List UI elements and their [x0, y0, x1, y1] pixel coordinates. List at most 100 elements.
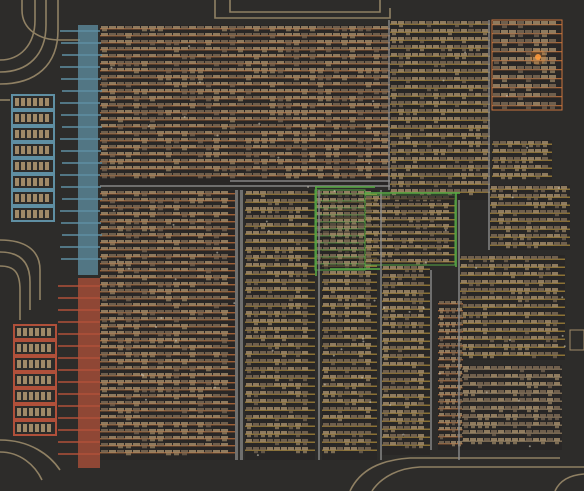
machine — [101, 26, 108, 29]
machine — [358, 240, 364, 243]
machine — [440, 101, 446, 105]
machine — [475, 264, 481, 268]
machine — [165, 254, 172, 257]
machine — [408, 259, 414, 262]
machine — [447, 173, 453, 177]
machine — [526, 406, 532, 410]
machine — [419, 181, 425, 185]
chest — [15, 178, 19, 186]
power-pole-icon — [265, 220, 268, 223]
inserter — [483, 315, 487, 319]
machine — [101, 152, 108, 155]
machine — [463, 422, 469, 426]
machine — [197, 352, 204, 355]
machine — [221, 338, 228, 341]
chest — [15, 130, 19, 138]
machine — [330, 407, 336, 411]
machine — [323, 279, 329, 283]
inserter — [388, 255, 392, 258]
machine — [445, 427, 450, 430]
machine — [433, 61, 439, 65]
machine — [475, 45, 481, 49]
chest — [47, 360, 51, 368]
power-pole-icon — [528, 445, 531, 448]
machine — [381, 117, 388, 120]
factory-map-viewport[interactable] — [0, 0, 584, 491]
machine — [365, 54, 372, 57]
machine — [419, 101, 425, 105]
inserter — [548, 393, 552, 397]
machine — [277, 138, 284, 141]
machine — [365, 103, 372, 106]
machine — [519, 382, 525, 386]
inserter — [142, 278, 147, 281]
machine — [451, 364, 456, 367]
inserter — [214, 215, 219, 218]
inserter — [494, 144, 498, 148]
machine — [482, 141, 488, 145]
inserter — [441, 40, 445, 44]
machine — [274, 447, 280, 451]
inserter — [508, 176, 512, 180]
machine — [109, 166, 116, 169]
inserter — [342, 99, 347, 102]
machine — [454, 165, 460, 169]
machine — [117, 61, 124, 64]
machine — [526, 202, 532, 206]
inserter — [455, 104, 459, 108]
machine — [411, 362, 417, 366]
machine — [357, 89, 364, 92]
machine — [302, 263, 308, 267]
machine — [439, 322, 444, 325]
machine — [181, 191, 188, 194]
machine — [333, 33, 340, 36]
machine — [533, 414, 539, 418]
machine — [267, 247, 273, 251]
inserter — [490, 355, 494, 359]
inserter — [302, 92, 307, 95]
inserter — [352, 236, 356, 239]
machine — [157, 159, 164, 162]
machine — [447, 133, 453, 137]
machine — [365, 335, 371, 339]
machine — [517, 102, 524, 106]
machine — [390, 306, 396, 310]
inserter — [350, 99, 355, 102]
machine — [288, 343, 294, 347]
machine — [213, 359, 220, 362]
inserter — [190, 390, 195, 393]
inserter — [502, 79, 507, 83]
power-pole-icon — [155, 325, 158, 328]
machine — [302, 287, 308, 291]
machine — [429, 224, 435, 227]
chest — [35, 328, 39, 336]
machine — [412, 53, 418, 57]
chest — [21, 114, 25, 122]
machine — [445, 364, 450, 367]
machine — [288, 423, 294, 427]
machine — [461, 264, 467, 268]
machine — [412, 173, 418, 177]
machine — [531, 280, 537, 284]
inserter — [331, 450, 335, 454]
inserter — [303, 266, 307, 270]
machine — [197, 110, 204, 113]
machine — [505, 382, 511, 386]
inserter — [331, 394, 335, 398]
machine — [125, 401, 132, 404]
machine — [443, 245, 449, 248]
machine — [302, 367, 308, 371]
machine — [398, 21, 404, 25]
machine — [221, 401, 228, 404]
inserter — [440, 311, 443, 314]
machine — [302, 231, 308, 235]
machine — [274, 343, 280, 347]
machine — [221, 331, 228, 334]
factory-map[interactable] — [0, 0, 584, 491]
machine — [165, 324, 172, 327]
inserter — [338, 250, 342, 253]
machine — [281, 255, 287, 259]
machine — [189, 394, 196, 397]
inserter — [142, 106, 147, 109]
inserter — [382, 92, 387, 95]
